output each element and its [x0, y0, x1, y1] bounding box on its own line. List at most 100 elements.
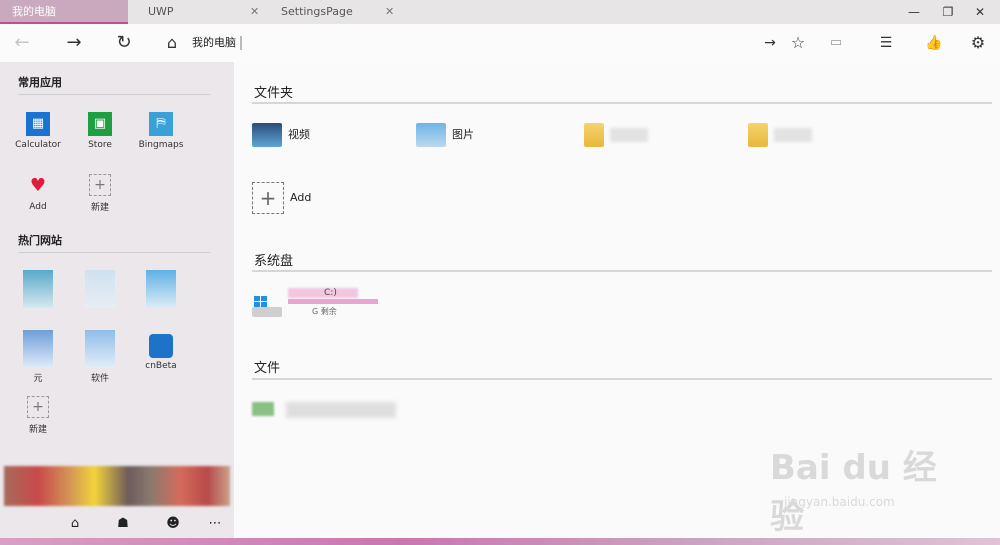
site-tile[interactable] [13, 270, 63, 311]
robot-icon[interactable]: ☗ [108, 510, 138, 538]
close-icon[interactable]: ✕ [250, 0, 259, 24]
baidu-watermark: Bai du 经验 jingyan.baidu.com [770, 440, 950, 537]
folder-icon [748, 123, 768, 147]
app-new[interactable]: + 新建 [75, 174, 125, 213]
site-thumbnail [85, 270, 115, 308]
plus-icon: + [27, 396, 49, 418]
minimize-button[interactable]: — [896, 0, 932, 24]
app-label: Add [29, 202, 47, 212]
store-icon: ▣ [88, 112, 112, 136]
taskbar-strip [0, 538, 1000, 545]
close-icon[interactable]: ✕ [385, 0, 394, 24]
divider [252, 378, 992, 380]
app-store[interactable]: ▣ Store [75, 112, 125, 150]
back-arrow-icon[interactable]: ← [4, 24, 40, 62]
thumbs-up-icon[interactable]: 👍 [916, 24, 952, 62]
site-thumbnail [23, 270, 53, 308]
divider [18, 94, 210, 95]
close-window-button[interactable]: ✕ [962, 0, 998, 24]
app-calculator[interactable]: ▦ Calculator [13, 112, 63, 150]
title-bar: 我的电脑 UWP ✕ SettingsPage ✕ — ❐ ✕ [0, 0, 1000, 24]
tab-label: SettingsPage [281, 5, 353, 18]
disks-section-title: 系统盘 [254, 254, 294, 269]
file-item[interactable] [252, 400, 412, 422]
site-label: cnBeta [145, 361, 177, 371]
add-label: Add [290, 191, 312, 204]
disk-base [252, 307, 282, 317]
address-bar[interactable]: 我的电脑 [192, 33, 752, 53]
tab-settings-page[interactable]: SettingsPage ✕ [263, 0, 403, 24]
maximize-button[interactable]: ❐ [930, 0, 966, 24]
gear-icon[interactable]: ⚙ [960, 24, 996, 62]
folder-icon [584, 123, 604, 147]
app-label: 新建 [90, 203, 109, 213]
site-new[interactable]: + 新建 [13, 396, 63, 435]
drive-c[interactable]: C:) G 剩余 [252, 288, 452, 324]
tab-add-icon[interactable]: ▭ [818, 24, 854, 62]
calculator-icon: ▦ [26, 112, 50, 136]
folder-label: 图片 [452, 128, 474, 141]
cnbeta-icon [149, 334, 173, 358]
files-section-title: 文件 [254, 361, 281, 376]
folder-item[interactable] [584, 120, 648, 150]
tab-label: 我的电脑 [12, 5, 56, 18]
video-folder-icon [252, 123, 282, 147]
app-bingmaps[interactable]: ⛿ Bingmaps [136, 112, 186, 150]
watermark-title: Bai du 经验 [770, 448, 937, 537]
navigation-bar: ← → ↻ ⌂ 我的电脑 → ☆ ▭ ☰ 👍 ⚙ [0, 24, 1000, 63]
user-photo-strip [4, 466, 230, 506]
add-folder-button[interactable]: + Add [252, 182, 311, 214]
home-icon[interactable]: ⌂ [154, 24, 190, 62]
site-cnbeta[interactable]: cnBeta [136, 334, 186, 371]
picture-folder-icon [416, 123, 446, 147]
sidebar-bottom-bar: ⌂ ☗ ☻ ⋯ [0, 510, 234, 538]
obscured-file-name [286, 402, 396, 418]
site-label: 软件 [90, 374, 109, 384]
folder-videos[interactable]: 视频 [252, 120, 310, 150]
divider [18, 252, 210, 253]
plus-icon: + [89, 174, 111, 196]
obscured-label [610, 128, 648, 142]
more-icon[interactable]: ⋯ [200, 510, 230, 538]
text-caret [240, 36, 242, 50]
folder-item[interactable] [748, 120, 812, 150]
drive-free-space: G 剩余 [312, 307, 337, 316]
site-thumbnail [146, 270, 176, 308]
drive-usage-bar [288, 299, 378, 304]
heart-icon: ♥ [29, 175, 47, 196]
refresh-icon[interactable]: ↻ [106, 24, 142, 62]
folder-label: 视频 [288, 128, 310, 141]
plus-icon: + [252, 182, 284, 214]
folders-section-title: 文件夹 [254, 86, 294, 101]
tab-my-computer[interactable]: 我的电脑 [0, 0, 128, 24]
users-icon[interactable]: ☻ [158, 510, 188, 538]
drive-name: C:) [324, 288, 337, 298]
app-label: Bingmaps [138, 140, 184, 150]
forward-arrow-icon[interactable]: → [56, 24, 92, 62]
site-thumbnail [85, 330, 115, 368]
site-tile[interactable] [75, 270, 125, 311]
obscured-drive-name [288, 288, 358, 298]
drive-icon [252, 294, 282, 318]
sidebar: 常用应用 ▦ Calculator ▣ Store ⛿ Bingmaps ♥ A… [0, 62, 234, 538]
watermark-url: jingyan.baidu.com [784, 495, 895, 509]
home-icon[interactable]: ⌂ [60, 510, 90, 538]
site-tile[interactable]: 元 [13, 330, 63, 384]
star-icon[interactable]: ☆ [780, 24, 816, 62]
obscured-label [774, 128, 812, 142]
tab-uwp[interactable]: UWP ✕ [128, 0, 263, 24]
site-tile[interactable] [136, 270, 186, 311]
windows-logo-icon [254, 296, 267, 307]
site-thumbnail [23, 330, 53, 368]
apps-section-title: 常用应用 [18, 76, 62, 89]
list-icon[interactable]: ☰ [868, 24, 904, 62]
site-label: 新建 [28, 425, 47, 435]
address-text: 我的电脑 [192, 36, 236, 49]
folder-pictures[interactable]: 图片 [416, 120, 474, 150]
map-icon: ⛿ [149, 112, 173, 136]
tab-label: UWP [148, 5, 174, 18]
app-add[interactable]: ♥ Add [13, 174, 63, 212]
divider [252, 102, 992, 104]
site-label: 元 [33, 374, 43, 384]
site-tile[interactable]: 软件 [75, 330, 125, 384]
